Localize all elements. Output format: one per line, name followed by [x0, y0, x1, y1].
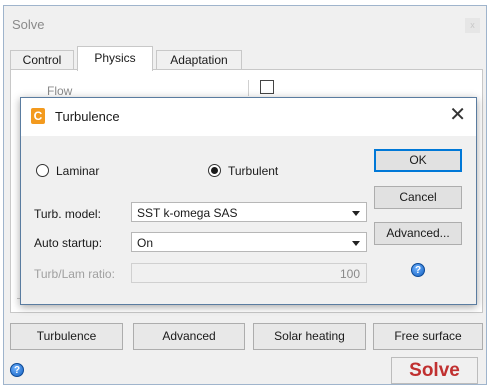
turb-model-value: SST k-omega SAS: [137, 206, 238, 220]
laminar-label: Laminar: [56, 164, 100, 178]
ok-button[interactable]: OK: [374, 149, 462, 172]
footer-help-icon[interactable]: ?: [10, 363, 24, 377]
window-title: Solve: [12, 17, 45, 32]
app-logo-icon: C: [31, 108, 45, 124]
laminar-radio[interactable]: [36, 164, 49, 177]
ratio-field: 100: [131, 263, 367, 283]
close-icon[interactable]: ✕: [449, 105, 466, 125]
tab-control[interactable]: Control: [10, 50, 74, 70]
window-close-button[interactable]: x: [465, 18, 480, 33]
turb-model-label: Turb. model:: [34, 207, 101, 221]
turb-model-select[interactable]: SST k-omega SAS: [131, 202, 367, 222]
turbulent-radio[interactable]: [208, 164, 221, 177]
turbulent-label: Turbulent: [228, 164, 279, 178]
ratio-value: 100: [339, 267, 360, 281]
solve-button[interactable]: Solve: [391, 357, 478, 384]
turbulence-button[interactable]: Turbulence: [10, 323, 123, 350]
ratio-label: Turb/Lam ratio:: [34, 267, 115, 281]
auto-startup-label: Auto startup:: [34, 236, 103, 250]
turbulence-dialog: C Turbulence ✕ Laminar Turbulent Turb. m…: [20, 97, 477, 305]
tab-physics[interactable]: Physics: [77, 46, 153, 71]
auto-startup-value: On: [137, 236, 154, 250]
dropdown-arrow-icon: [352, 211, 360, 216]
advanced-settings-button[interactable]: Advanced: [133, 323, 245, 350]
dialog-title: Turbulence: [55, 109, 120, 124]
cancel-button[interactable]: Cancel: [374, 186, 462, 209]
advanced-button[interactable]: Advanced...: [374, 222, 462, 245]
help-icon[interactable]: ?: [411, 263, 425, 277]
free-surface-button[interactable]: Free surface: [373, 323, 483, 350]
auto-startup-select[interactable]: On: [131, 232, 367, 252]
flow-checkbox[interactable]: [260, 80, 274, 94]
column-divider: [248, 80, 249, 96]
solar-heating-button[interactable]: Solar heating: [253, 323, 366, 350]
dialog-titlebar: C Turbulence ✕: [21, 98, 476, 136]
tab-adaptation[interactable]: Adaptation: [156, 50, 242, 70]
dropdown-arrow-icon: [352, 241, 360, 246]
flow-label: Flow: [47, 84, 73, 98]
